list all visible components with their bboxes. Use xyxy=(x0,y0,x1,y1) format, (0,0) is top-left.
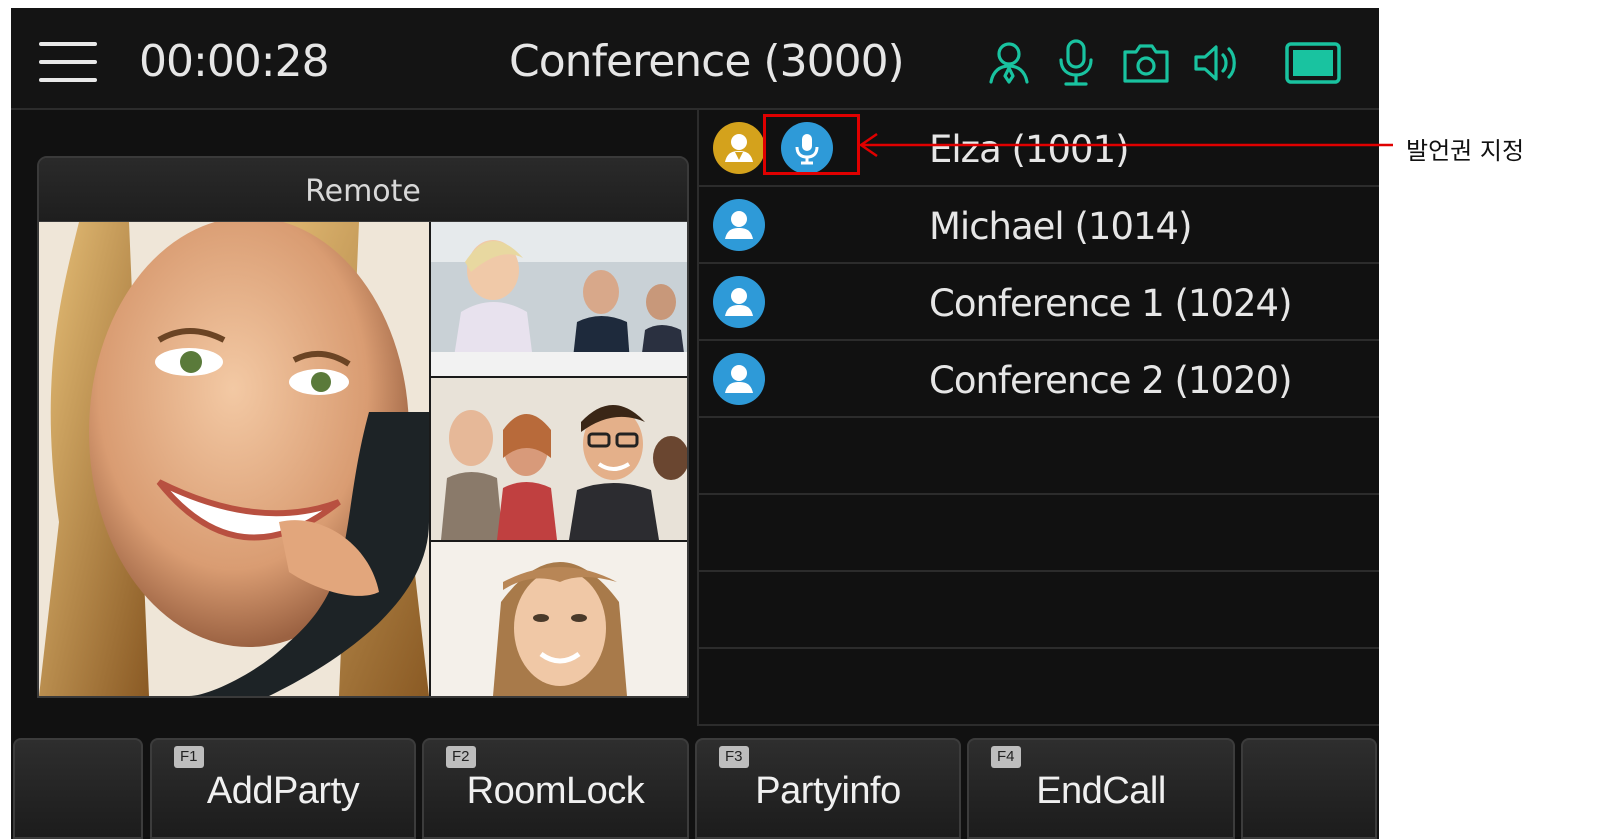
participant-row[interactable]: Michael (1014) xyxy=(699,187,1379,264)
member-avatar-icon xyxy=(713,199,765,251)
empty-row xyxy=(699,418,1379,495)
remote-video-main xyxy=(39,222,429,696)
remote-video-tile-3 xyxy=(431,542,687,696)
softkey-label: Partyinfo xyxy=(755,770,901,812)
empty-row xyxy=(699,495,1379,572)
softkey-partyinfo[interactable]: F3 Partyinfo xyxy=(695,738,961,839)
participant-name: Michael (1014) xyxy=(929,205,1193,248)
member-avatar-icon xyxy=(713,276,765,328)
empty-row xyxy=(699,649,1379,726)
softkey-label: AddParty xyxy=(206,770,360,812)
participant-name: Conference 2 (1020) xyxy=(929,359,1293,402)
remote-video-tile-1 xyxy=(431,222,687,376)
softkey-endcall[interactable]: F4 EndCall xyxy=(967,738,1235,839)
function-key-label: F4 xyxy=(991,746,1021,768)
call-timer: 00:00:28 xyxy=(139,36,330,87)
camera-icon[interactable] xyxy=(1121,38,1171,88)
softkey-blank-right[interactable] xyxy=(1241,738,1377,839)
attendees-icon[interactable] xyxy=(984,38,1034,88)
remote-label: Remote xyxy=(305,174,421,209)
empty-row xyxy=(699,572,1379,649)
speaker-icon[interactable] xyxy=(1191,38,1241,88)
microphone-icon[interactable] xyxy=(1051,38,1101,88)
annotation-text: 발언권 지정 xyxy=(1406,137,1525,165)
annotation-highlight-box xyxy=(763,114,860,175)
softkey-bar: F1 AddParty F2 RoomLock F3 Partyinfo F4 … xyxy=(11,736,1379,839)
softkey-roomlock[interactable]: F2 RoomLock xyxy=(422,738,689,839)
softkey-label: EndCall xyxy=(1036,770,1166,812)
top-bar: 00:00:28 Conference (3000) xyxy=(11,8,1379,110)
function-key-label: F3 xyxy=(719,746,749,768)
remote-video-panel: Remote xyxy=(37,156,689,698)
softkey-blank-left[interactable] xyxy=(13,738,143,839)
participant-row[interactable]: Conference 2 (1020) xyxy=(699,341,1379,418)
participant-row[interactable]: Conference 1 (1024) xyxy=(699,264,1379,341)
member-avatar-icon xyxy=(713,353,765,405)
annotation-arrow-icon xyxy=(858,132,1393,158)
participant-list: Elza (1001) Michael (1014) Conference 1 … xyxy=(697,110,1379,726)
function-key-label: F2 xyxy=(446,746,476,768)
remote-video-tile-2 xyxy=(431,378,687,540)
participant-name: Conference 1 (1024) xyxy=(929,282,1293,325)
softkey-label: RoomLock xyxy=(466,770,645,812)
conference-title: Conference (3000) xyxy=(509,36,905,87)
host-avatar-icon xyxy=(713,122,765,174)
remote-header: Remote xyxy=(39,158,687,222)
menu-icon[interactable] xyxy=(39,42,97,82)
softkey-addparty[interactable]: F1 AddParty xyxy=(150,738,416,839)
screen-icon[interactable] xyxy=(1284,38,1342,88)
function-key-label: F1 xyxy=(174,746,204,768)
